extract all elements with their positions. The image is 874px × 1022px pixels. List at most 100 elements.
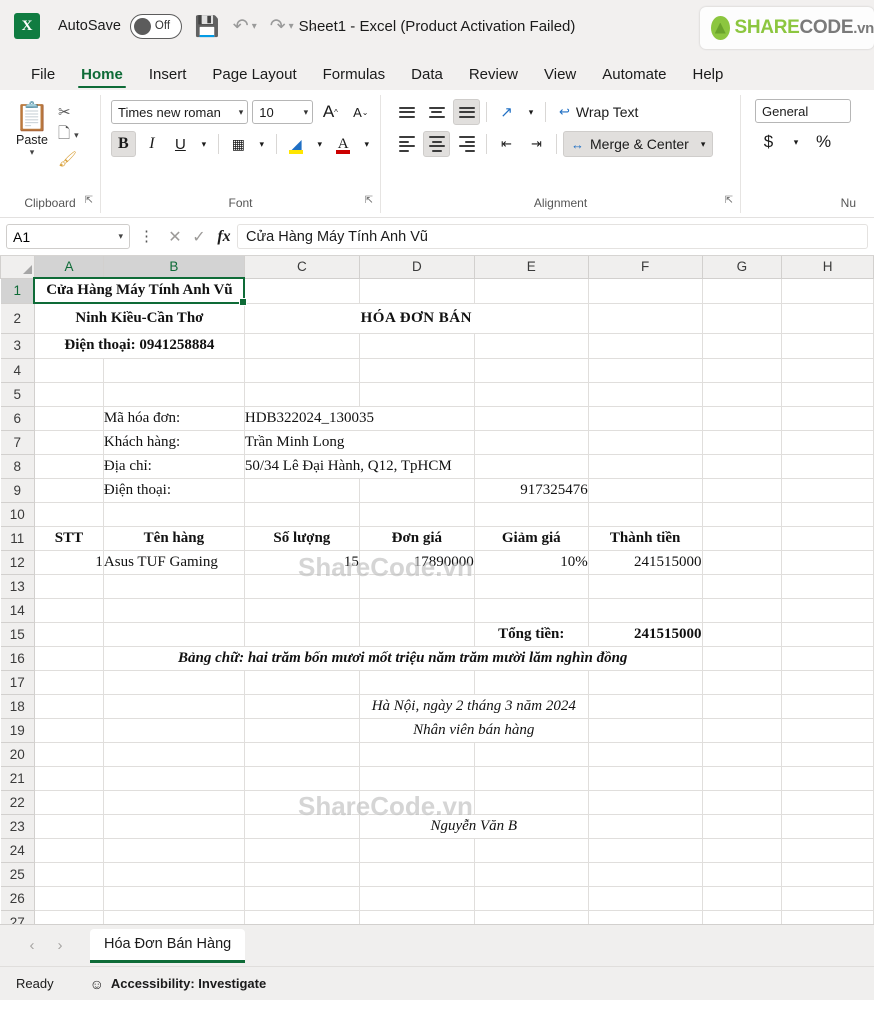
- cell-A19[interactable]: [34, 718, 104, 743]
- sheet-row[interactable]: 5: [0, 381, 874, 407]
- cell-C22[interactable]: [244, 790, 360, 815]
- column-header-g[interactable]: G: [701, 256, 783, 279]
- cell-D10[interactable]: [359, 502, 475, 527]
- format-painter-button[interactable]: 🖌: [58, 150, 79, 168]
- cell-F18[interactable]: [588, 694, 703, 719]
- font-dialog-launcher[interactable]: ⇱: [365, 191, 373, 211]
- sheet-row[interactable]: 9 Điện thoại: 917325476: [0, 477, 874, 503]
- cell-D13[interactable]: [359, 574, 475, 599]
- save-icon[interactable]: 💾: [195, 14, 220, 39]
- row-header-16[interactable]: 16: [0, 645, 35, 671]
- cell-G18[interactable]: [702, 694, 783, 719]
- cell-A24[interactable]: [34, 838, 104, 863]
- cell-C20[interactable]: [244, 742, 360, 767]
- cell-C25[interactable]: [244, 862, 360, 887]
- row-header-10[interactable]: 10: [0, 501, 35, 527]
- cell-A12[interactable]: 1: [33, 549, 104, 575]
- cell-E3[interactable]: [474, 333, 589, 359]
- redo-icon[interactable]: ↷: [270, 15, 286, 38]
- cell-B7[interactable]: Khách hàng:: [103, 430, 245, 455]
- cell-A26[interactable]: [34, 886, 104, 911]
- cell-C26[interactable]: [244, 886, 360, 911]
- cell-F12[interactable]: 241515000: [587, 549, 703, 575]
- row-header-15[interactable]: 15: [0, 621, 35, 647]
- cell-E17[interactable]: [474, 670, 589, 695]
- cell-C17[interactable]: [244, 670, 360, 695]
- cell-F14[interactable]: [588, 598, 703, 623]
- cell-B14[interactable]: [103, 598, 245, 623]
- sheet-row[interactable]: 16 Bảng chữ: hai trăm bốn mươi mốt triệu …: [0, 645, 874, 671]
- cell-H23[interactable]: [781, 814, 874, 839]
- cell-D26[interactable]: [359, 886, 475, 911]
- cell-F6[interactable]: [588, 406, 703, 431]
- cell-C23[interactable]: [244, 814, 360, 839]
- sheet-row[interactable]: 25: [0, 861, 874, 887]
- cell-G4[interactable]: [702, 358, 783, 383]
- cell-D15[interactable]: [359, 622, 475, 647]
- align-bottom-icon[interactable]: [453, 99, 480, 125]
- cell-H16[interactable]: [781, 646, 874, 671]
- tab-file[interactable]: File: [18, 66, 68, 90]
- cell-H5[interactable]: [781, 382, 874, 407]
- cell-D25[interactable]: [359, 862, 475, 887]
- cell-H17[interactable]: [781, 670, 874, 695]
- cell-F3[interactable]: [588, 333, 703, 359]
- text-orientation-icon[interactable]: ↗: [493, 99, 520, 125]
- fill-color-icon[interactable]: ◢: [284, 131, 308, 157]
- align-center-icon[interactable]: [423, 131, 450, 157]
- cell-A11[interactable]: STT: [33, 525, 104, 551]
- cell-B26[interactable]: [103, 886, 245, 911]
- cell-H18[interactable]: [781, 694, 874, 719]
- cell-G12[interactable]: [702, 550, 783, 575]
- cell-A2[interactable]: Ninh Kiều-Cần Thơ: [34, 303, 245, 334]
- cell-G22[interactable]: [702, 790, 783, 815]
- column-header-a[interactable]: A: [33, 256, 104, 279]
- row-header-25[interactable]: 25: [0, 861, 35, 887]
- cell-A22[interactable]: [34, 790, 104, 815]
- sheet-row[interactable]: 23 Nguyễn Văn B: [0, 813, 874, 839]
- sheet-row[interactable]: 4: [0, 357, 874, 383]
- cell-B19[interactable]: [103, 718, 245, 743]
- row-header-17[interactable]: 17: [0, 669, 35, 695]
- cell-C19[interactable]: [244, 718, 360, 743]
- row-header-19[interactable]: 19: [0, 717, 35, 743]
- column-header-h[interactable]: H: [781, 256, 874, 279]
- sheet-row[interactable]: 12 1 Asus TUF Gaming 15 17890000 10% 241515000: [0, 549, 874, 575]
- cell-G8[interactable]: [702, 454, 783, 479]
- paste-button[interactable]: 📋 Paste ▾: [6, 99, 58, 158]
- sheet-row[interactable]: 19 Nhân viên bán hàng: [0, 717, 874, 743]
- cell-C3[interactable]: [244, 333, 360, 359]
- cell-G25[interactable]: [702, 862, 783, 887]
- cell-H24[interactable]: [781, 838, 874, 863]
- sheet-row[interactable]: 22: [0, 789, 874, 815]
- column-header-e[interactable]: E: [473, 256, 589, 279]
- column-header-d[interactable]: D: [358, 256, 475, 279]
- cell-F10[interactable]: [588, 502, 703, 527]
- cell-F21[interactable]: [588, 766, 703, 791]
- cell-G23[interactable]: [702, 814, 783, 839]
- row-header-22[interactable]: 22: [0, 789, 35, 815]
- cell-F15[interactable]: 241515000: [588, 622, 703, 647]
- sheet-row[interactable]: 18 Hà Nội, ngày 2 tháng 3 năm 2024: [0, 693, 874, 719]
- cell-E9[interactable]: 917325476: [474, 478, 589, 503]
- cell-G5[interactable]: [702, 382, 783, 407]
- tab-help[interactable]: Help: [679, 66, 736, 90]
- cell-H11[interactable]: [781, 526, 874, 551]
- sheet-row[interactable]: 13: [0, 573, 874, 599]
- cell-A4[interactable]: [34, 358, 104, 383]
- increase-font-size-button[interactable]: A ^: [317, 99, 343, 125]
- cell-G20[interactable]: [702, 742, 783, 767]
- cell-B18[interactable]: [103, 694, 245, 719]
- cell-A17[interactable]: [34, 670, 104, 695]
- cell-E27[interactable]: [474, 910, 589, 924]
- row-header-1[interactable]: 1: [0, 277, 35, 304]
- row-header-21[interactable]: 21: [0, 765, 35, 791]
- cell-G9[interactable]: [702, 478, 783, 503]
- sheet-row[interactable]: 7 Khách hàng: Trần Minh Long: [0, 429, 874, 455]
- cell-A23[interactable]: [34, 814, 104, 839]
- cell-H3[interactable]: [781, 333, 874, 359]
- cell-C4[interactable]: [244, 358, 360, 383]
- cell-D1[interactable]: [359, 278, 475, 304]
- column-header-c[interactable]: C: [243, 256, 360, 279]
- cell-B15[interactable]: [103, 622, 245, 647]
